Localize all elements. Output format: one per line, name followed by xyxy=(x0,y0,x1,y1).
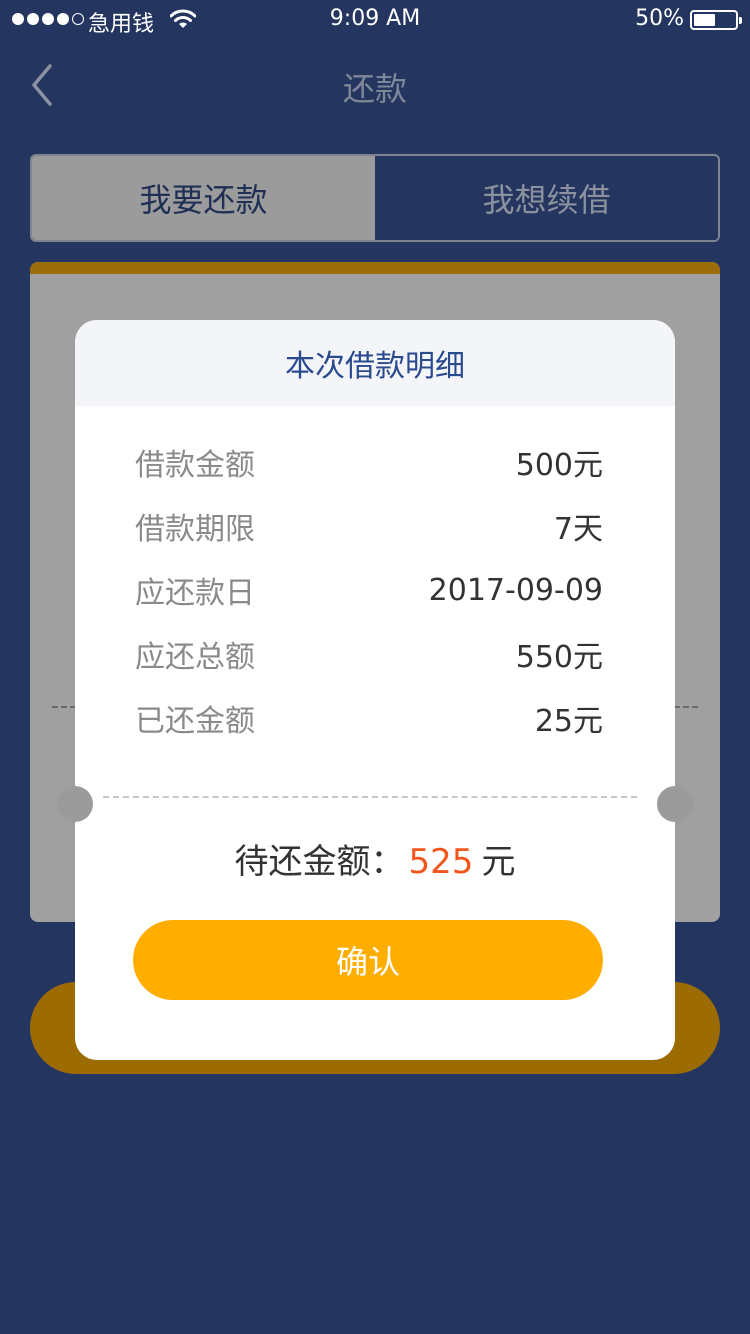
detail-label: 借款金额 xyxy=(135,448,255,483)
amount-due: 待还金额： 525 元 xyxy=(75,834,675,883)
battery-icon xyxy=(690,10,742,30)
amount-due-label: 待还金额： xyxy=(234,842,405,882)
card-divider-right xyxy=(674,706,698,708)
tab-renew[interactable]: 我想续借 xyxy=(375,156,718,240)
tab-bar: 我要还款 我想续借 xyxy=(30,154,720,242)
detail-row-total-due: 应还总额 550元 xyxy=(135,622,603,686)
tab-repay[interactable]: 我要还款 xyxy=(32,156,375,240)
detail-value: 25元 xyxy=(534,704,603,739)
ticket-notch-left xyxy=(57,786,93,822)
loan-detail-list: 借款金额 500元 借款期限 7天 应还款日 2017-09-09 应还总额 5… xyxy=(135,430,603,750)
detail-label: 已还金额 xyxy=(135,704,255,739)
detail-row-loan-term: 借款期限 7天 xyxy=(135,494,603,558)
card-top-stripe xyxy=(30,262,720,274)
status-bar: 急用钱 9:09 AM 50% xyxy=(0,0,750,40)
detail-row-loan-amount: 借款金额 500元 xyxy=(135,430,603,494)
confirm-button[interactable]: 确认 xyxy=(133,920,603,1000)
battery-percentage: 50% xyxy=(635,6,684,31)
screen: 急用钱 9:09 AM 50% 还款 我要还款 我想续借 本次借款明细 借款金额… xyxy=(0,0,750,1334)
amount-due-value: 525 xyxy=(408,842,474,882)
card-divider-left xyxy=(52,706,76,708)
detail-value: 7天 xyxy=(553,512,603,547)
dialog-title: 本次借款明细 xyxy=(75,320,675,406)
detail-row-paid-amount: 已还金额 25元 xyxy=(135,686,603,750)
loan-detail-dialog: 本次借款明细 借款金额 500元 借款期限 7天 应还款日 2017-09-09… xyxy=(57,320,693,1060)
navigation-bar: 还款 xyxy=(0,40,750,130)
detail-label: 借款期限 xyxy=(135,512,255,547)
detail-label: 应还款日 xyxy=(135,576,255,611)
detail-row-due-date: 应还款日 2017-09-09 xyxy=(135,558,603,622)
detail-value: 500元 xyxy=(515,448,603,483)
detail-value: 2017-09-09 xyxy=(428,572,603,608)
detail-label: 应还总额 xyxy=(135,640,255,675)
dialog-divider xyxy=(103,796,637,798)
amount-due-unit: 元 xyxy=(481,842,516,882)
ticket-notch-right xyxy=(657,786,693,822)
detail-value: 550元 xyxy=(515,640,603,675)
page-title: 还款 xyxy=(342,70,407,108)
